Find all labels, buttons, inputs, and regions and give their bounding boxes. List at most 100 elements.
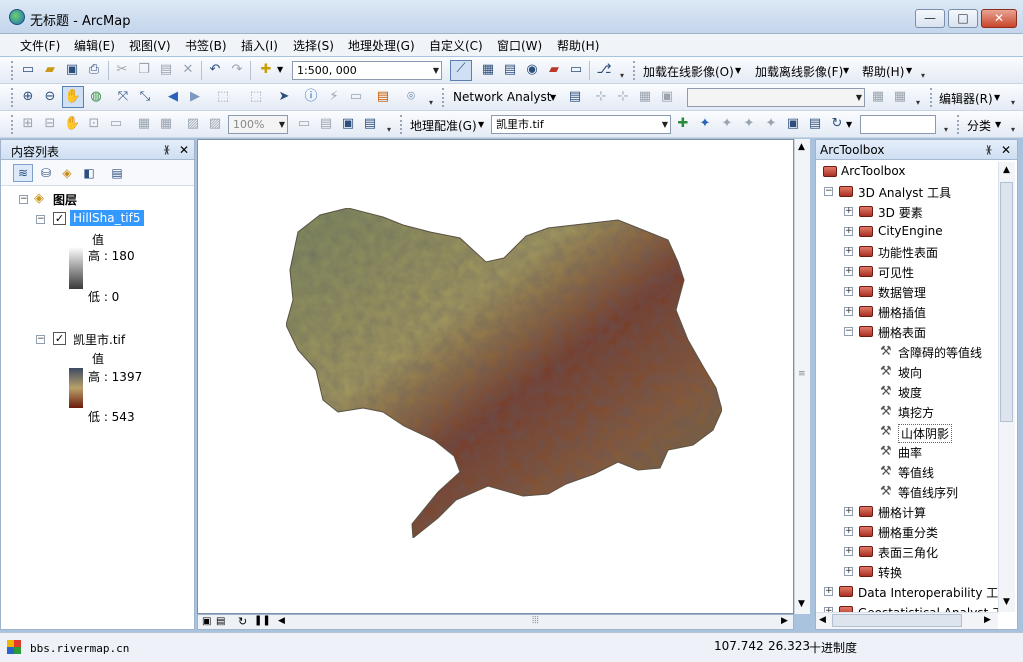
catalog-icon[interactable]: ▤ <box>502 62 518 78</box>
back-arrow-icon[interactable]: ◀ <box>165 89 181 105</box>
toolbar-options-icon[interactable]: ▾ <box>941 125 951 135</box>
menu-selection[interactable]: 选择(S) <box>293 37 334 54</box>
minimize-button[interactable]: — <box>915 9 945 28</box>
scroll-down-icon[interactable]: ▼ <box>798 599 805 609</box>
pin-icon[interactable]: ᚕ <box>986 143 991 156</box>
layers-group-label[interactable]: 图层 <box>53 191 77 208</box>
measure-icon[interactable]: ▤ <box>375 89 391 105</box>
scale-combo[interactable]: 1:500, 000 ▼ <box>292 61 442 80</box>
layer-visibility-checkbox[interactable]: ✓ <box>53 332 66 345</box>
zoom-100-icon[interactable]: ▭ <box>108 116 124 132</box>
tool-item[interactable]: ⚒ 曲率 <box>816 442 998 462</box>
pan-hand-icon[interactable]: ✋ <box>62 86 84 108</box>
delete-icon[interactable]: ✕ <box>180 62 196 78</box>
expand-icon[interactable]: + <box>844 307 853 316</box>
tool-item[interactable]: ⚒ 坡度 <box>816 382 998 402</box>
toolbar-options-icon[interactable]: ▾ <box>1008 125 1018 135</box>
scroll-right-icon[interactable]: ▶ <box>781 616 788 626</box>
scroll-up-icon[interactable]: ▲ <box>1003 165 1010 175</box>
layout-view-icon[interactable]: ▤ <box>216 616 225 627</box>
tool-item[interactable]: ⚒ 山体阴影 <box>816 422 998 443</box>
table-of-contents-icon[interactable]: ▦ <box>480 62 496 78</box>
list-by-visibility-icon[interactable]: ◈ <box>57 164 77 182</box>
fixed-zoom-out-layout-icon[interactable]: ▦ <box>158 116 174 132</box>
network-analyst-menu[interactable]: Network Analyst <box>453 90 551 104</box>
toolbar-options-icon[interactable]: ▾ <box>617 71 627 81</box>
georef-layer-combo[interactable]: 凯里市.tif ▼ <box>491 115 671 134</box>
model-builder-icon[interactable]: ⎇ <box>596 62 612 78</box>
copy-icon[interactable]: ❐ <box>136 62 152 78</box>
python-window-icon[interactable]: ▭ <box>568 62 584 78</box>
viewer-icon[interactable]: ▣ <box>785 116 801 132</box>
expand-icon[interactable]: + <box>844 507 853 516</box>
rotate-icon[interactable]: ↻ <box>829 116 845 132</box>
auto-registration-icon[interactable]: ✦ <box>697 116 713 132</box>
network-layer-combo[interactable]: ▼ <box>687 88 865 107</box>
expand-icon[interactable]: + <box>844 227 853 236</box>
editor-toolbar-icon[interactable]: ⟋ <box>450 60 472 81</box>
hyperlink-icon[interactable]: ⚡ <box>326 89 342 105</box>
tree-root[interactable]: ArcToolbox <box>816 162 998 182</box>
collapse-layer-icon[interactable]: − <box>36 215 45 224</box>
tool-item[interactable]: ⚒ 填挖方 <box>816 402 998 422</box>
toolset-item[interactable]: + 栅格计算 <box>816 502 998 522</box>
expand-icon[interactable]: + <box>844 207 853 216</box>
map-vertical-scrollbar[interactable]: ▲ ≡ ▼ <box>794 139 810 614</box>
toolbar-grip[interactable] <box>442 88 445 107</box>
tool-item[interactable]: ⚒ 含障碍的等值线 <box>816 342 998 362</box>
zoom-in-icon[interactable]: ⊕ <box>20 89 36 105</box>
layout-pan-icon[interactable]: ✋ <box>64 116 80 132</box>
toolset-item[interactable]: +3D 要素 <box>816 202 998 222</box>
network-tool-icon[interactable]: ▦ <box>892 89 908 105</box>
fixed-zoom-out-icon[interactable]: ⤡ <box>137 89 153 105</box>
menu-edit[interactable]: 编辑(E) <box>74 37 115 54</box>
offline-imagery-menu[interactable]: 加载离线影像(F) <box>755 63 843 80</box>
scroll-left-icon[interactable]: ◀ <box>819 615 826 625</box>
toolbox-horizontal-scrollbar[interactable]: ◀ ▶ <box>816 612 998 629</box>
select-elements-arrow-icon[interactable]: ➤ <box>276 89 292 105</box>
toggle-draft-mode-icon[interactable]: ▭ <box>296 116 312 132</box>
classify-menu[interactable]: 分类 <box>967 117 991 134</box>
maximize-button[interactable]: □ <box>948 9 978 28</box>
network-create-icon[interactable]: ⊹ <box>593 89 609 105</box>
layout-zoom-in-icon[interactable]: ⊞ <box>20 116 36 132</box>
toolbox-vertical-scrollbar[interactable]: ▲ ▼ <box>998 162 1015 612</box>
expand-icon[interactable]: + <box>844 267 853 276</box>
toolbar-grip[interactable] <box>633 61 636 80</box>
map-view[interactable] <box>197 139 794 614</box>
add-control-points-icon[interactable]: ✚ <box>675 116 691 132</box>
list-by-source-icon[interactable]: ⛁ <box>36 164 56 182</box>
delete-link-icon[interactable]: ✦ <box>763 116 779 132</box>
layout-zoom-out-icon[interactable]: ⊟ <box>42 116 58 132</box>
scroll-up-icon[interactable]: ▲ <box>798 142 805 152</box>
toolbar-grip[interactable] <box>11 88 14 107</box>
tool-item[interactable]: ⚒ 等值线序列 <box>816 482 998 502</box>
network-solve-icon[interactable]: ▦ <box>637 89 653 105</box>
collapse-icon[interactable]: − <box>844 327 853 336</box>
toolbar-grip[interactable] <box>11 115 14 134</box>
collapse-layers-icon[interactable]: − <box>19 195 28 204</box>
close-button[interactable]: ✕ <box>981 9 1017 28</box>
toolbar-options-icon[interactable]: ▾ <box>918 71 928 81</box>
expand-icon[interactable]: + <box>844 547 853 556</box>
toolbar-options-icon[interactable]: ▾ <box>913 98 923 108</box>
toolbar-help-menu[interactable]: 帮助(H) <box>862 63 904 80</box>
toolbox-item[interactable]: +Geostatistical Analyst 工 <box>816 602 998 612</box>
tool-item[interactable]: ⚒ 坡向 <box>816 362 998 382</box>
network-analyst-window-icon[interactable]: ▤ <box>567 89 583 105</box>
menu-help[interactable]: 帮助(H) <box>557 37 599 54</box>
georef-input-field[interactable] <box>860 115 936 134</box>
zoom-whole-page-icon[interactable]: ⊡ <box>86 116 102 132</box>
link-table-icon[interactable]: ▤ <box>807 116 823 132</box>
change-layout-icon[interactable]: ▣ <box>340 116 356 132</box>
menu-geoprocessing[interactable]: 地理处理(G) <box>348 37 415 54</box>
toc-close-icon[interactable]: ✕ <box>179 143 189 157</box>
expand-icon[interactable]: + <box>844 527 853 536</box>
list-by-selection-icon[interactable]: ◧ <box>79 164 99 182</box>
search-window-icon[interactable]: ◉ <box>524 62 540 78</box>
zoom-out-icon[interactable]: ⊖ <box>42 89 58 105</box>
save-icon[interactable]: ▣ <box>64 62 80 78</box>
data-view-icon[interactable]: ▣ <box>202 616 211 627</box>
scroll-right-icon[interactable]: ▶ <box>984 615 991 625</box>
toc-options-icon[interactable]: ▤ <box>107 164 127 182</box>
